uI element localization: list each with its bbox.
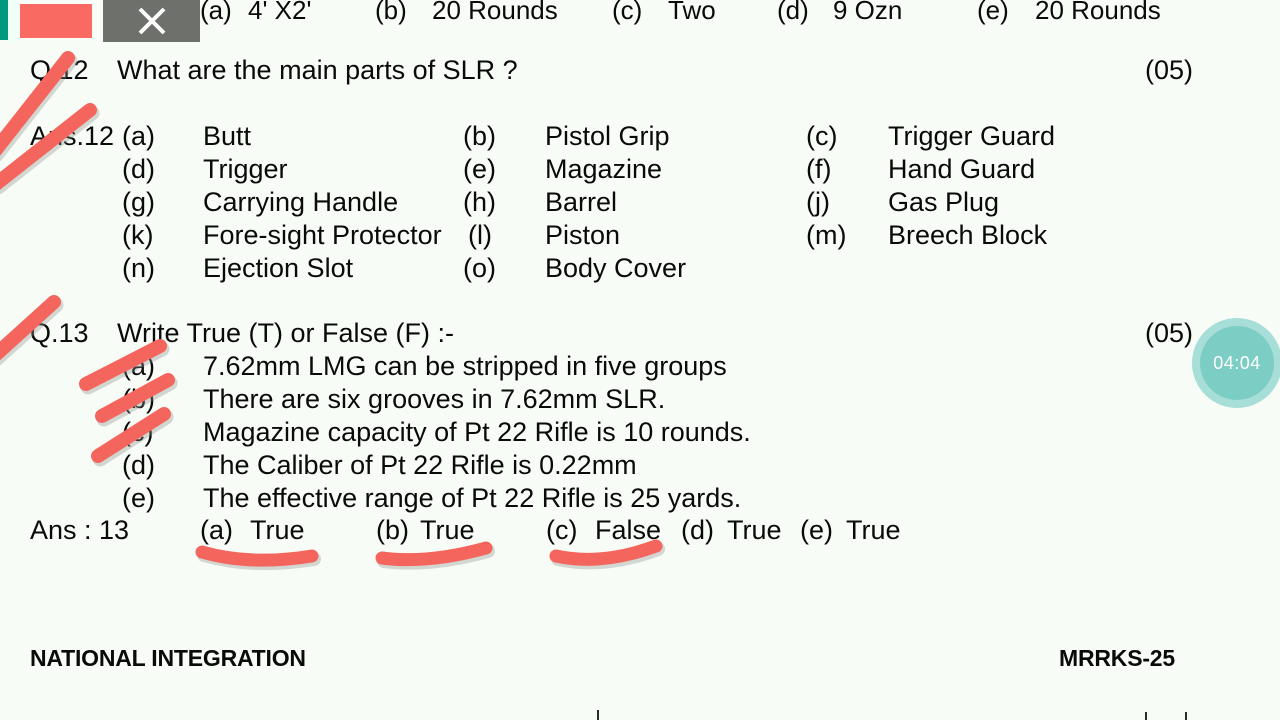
question-13-marks: (05) bbox=[1145, 318, 1194, 348]
answer-12-label-n: (n) bbox=[122, 253, 155, 283]
answer-12-prefix: Ans.12 bbox=[30, 121, 115, 151]
red-highlight-chip bbox=[20, 4, 92, 38]
answer-12-label-e: (e) bbox=[463, 154, 496, 184]
answer-13-value-d: True bbox=[727, 515, 782, 545]
bottom-cutoff-mark bbox=[597, 710, 599, 720]
answer-12-label-l: (l) bbox=[468, 220, 492, 250]
statement-13-text-d: The Caliber of Pt 22 Rifle is 0.22mm bbox=[203, 450, 637, 480]
answer-12-text-c: Trigger Guard bbox=[888, 121, 1056, 151]
answer-12-text-n: Ejection Slot bbox=[203, 253, 354, 283]
top-row-label-e: (e) bbox=[977, 0, 1009, 25]
answer-12-label-o: (o) bbox=[463, 253, 496, 283]
top-row-text-e: 20 Rounds bbox=[1035, 0, 1161, 25]
question-12-number: Q.12 bbox=[30, 55, 89, 85]
top-row-label-c: (c) bbox=[612, 0, 643, 25]
answer-12-text-o: Body Cover bbox=[545, 253, 687, 283]
answer-13-value-a: True bbox=[250, 515, 305, 545]
answer-12-text-e: Magazine bbox=[545, 154, 663, 184]
answer-12-text-m: Breech Block bbox=[888, 220, 1048, 250]
answer-13-key-b: (b) bbox=[376, 515, 409, 545]
answer-12-label-b: (b) bbox=[463, 121, 496, 151]
question-13-text: Write True (T) or False (F) :- bbox=[117, 318, 455, 348]
top-row-text-d: 9 Ozn bbox=[833, 0, 903, 25]
question-12-marks: (05) bbox=[1145, 55, 1194, 85]
timer-value: 04:04 bbox=[1200, 326, 1274, 400]
statement-13-label-e: (e) bbox=[122, 483, 155, 513]
answer-12-label-m: (m) bbox=[806, 220, 847, 250]
top-row-label-a: (a) bbox=[200, 0, 232, 25]
answer-12-text-b: Pistol Grip bbox=[545, 121, 670, 151]
footer-right-text: MRRKS-25 bbox=[1059, 645, 1175, 671]
teal-accent-bar bbox=[0, 0, 8, 40]
top-row-text-b: 20 Rounds bbox=[432, 0, 558, 25]
top-row-text-a: 4' X2' bbox=[248, 0, 312, 25]
answer-12-label-d: (d) bbox=[122, 154, 155, 184]
answer-12-text-h: Barrel bbox=[545, 187, 618, 217]
timer-badge[interactable]: 04:04 bbox=[1192, 318, 1280, 408]
answer-13-key-e: (e) bbox=[800, 515, 833, 545]
document-page: 04:04 (a) 4' X2' (b) 20 Rounds (c) Two (… bbox=[0, 0, 1280, 720]
statement-13-text-a: 7.62mm LMG can be stripped in five group… bbox=[203, 351, 727, 381]
answer-13-label: Ans : 13 bbox=[30, 515, 130, 545]
statement-13-label-a: (a) bbox=[122, 351, 155, 381]
answer-13-value-b: True bbox=[420, 515, 475, 545]
answer-13-value-e: True bbox=[846, 515, 901, 545]
close-button[interactable] bbox=[103, 0, 200, 42]
statement-13-label-b: (b) bbox=[122, 384, 155, 414]
marker-check-q13 bbox=[0, 295, 116, 410]
top-row-label-d: (d) bbox=[777, 0, 809, 25]
answer-12-label-f: (f) bbox=[806, 154, 832, 184]
question-12-text: What are the main parts of SLR ? bbox=[117, 55, 518, 85]
answer-12-text-f: Hand Guard bbox=[888, 154, 1036, 184]
answer-12-text-d: Trigger bbox=[203, 154, 288, 184]
answer-12-label-h: (h) bbox=[463, 187, 496, 217]
overlay-gap bbox=[8, 0, 18, 42]
answer-12-label-j: (j) bbox=[806, 187, 830, 217]
answer-12-text-k: Fore-sight Protector bbox=[203, 220, 442, 250]
top-row-label-b: (b) bbox=[375, 0, 407, 25]
answer-12-text-g: Carrying Handle bbox=[203, 187, 399, 217]
answer-13-key-c: (c) bbox=[546, 515, 578, 545]
answer-12-label-g: (g) bbox=[122, 187, 155, 217]
bottom-cutoff-mark bbox=[1185, 712, 1187, 720]
bottom-cutoff-mark bbox=[1145, 712, 1147, 720]
statement-13-label-c: (c) bbox=[122, 417, 154, 447]
question-13-number: Q.13 bbox=[30, 318, 89, 348]
close-icon bbox=[138, 7, 165, 35]
answer-13-value-c: False bbox=[595, 515, 662, 545]
answer-13-key-a: (a) bbox=[200, 515, 233, 545]
answer-12-text-j: Gas Plug bbox=[888, 187, 1000, 217]
statement-13-label-d: (d) bbox=[122, 450, 155, 480]
statement-13-text-b: There are six grooves in 7.62mm SLR. bbox=[203, 384, 666, 414]
answer-12-text-a: Butt bbox=[203, 121, 252, 151]
statement-13-text-e: The effective range of Pt 22 Rifle is 25… bbox=[203, 483, 742, 513]
footer-left-text: NATIONAL INTEGRATION bbox=[30, 645, 306, 671]
answer-12-label-c: (c) bbox=[806, 121, 838, 151]
statement-13-text-c: Magazine capacity of Pt 22 Rifle is 10 r… bbox=[203, 417, 751, 447]
answer-12-text-l: Piston bbox=[545, 220, 621, 250]
answer-12-label-k: (k) bbox=[122, 220, 154, 250]
top-row-text-c: Two bbox=[668, 0, 716, 25]
answer-12-label-a: (a) bbox=[122, 121, 155, 151]
answer-13-key-d: (d) bbox=[681, 515, 714, 545]
